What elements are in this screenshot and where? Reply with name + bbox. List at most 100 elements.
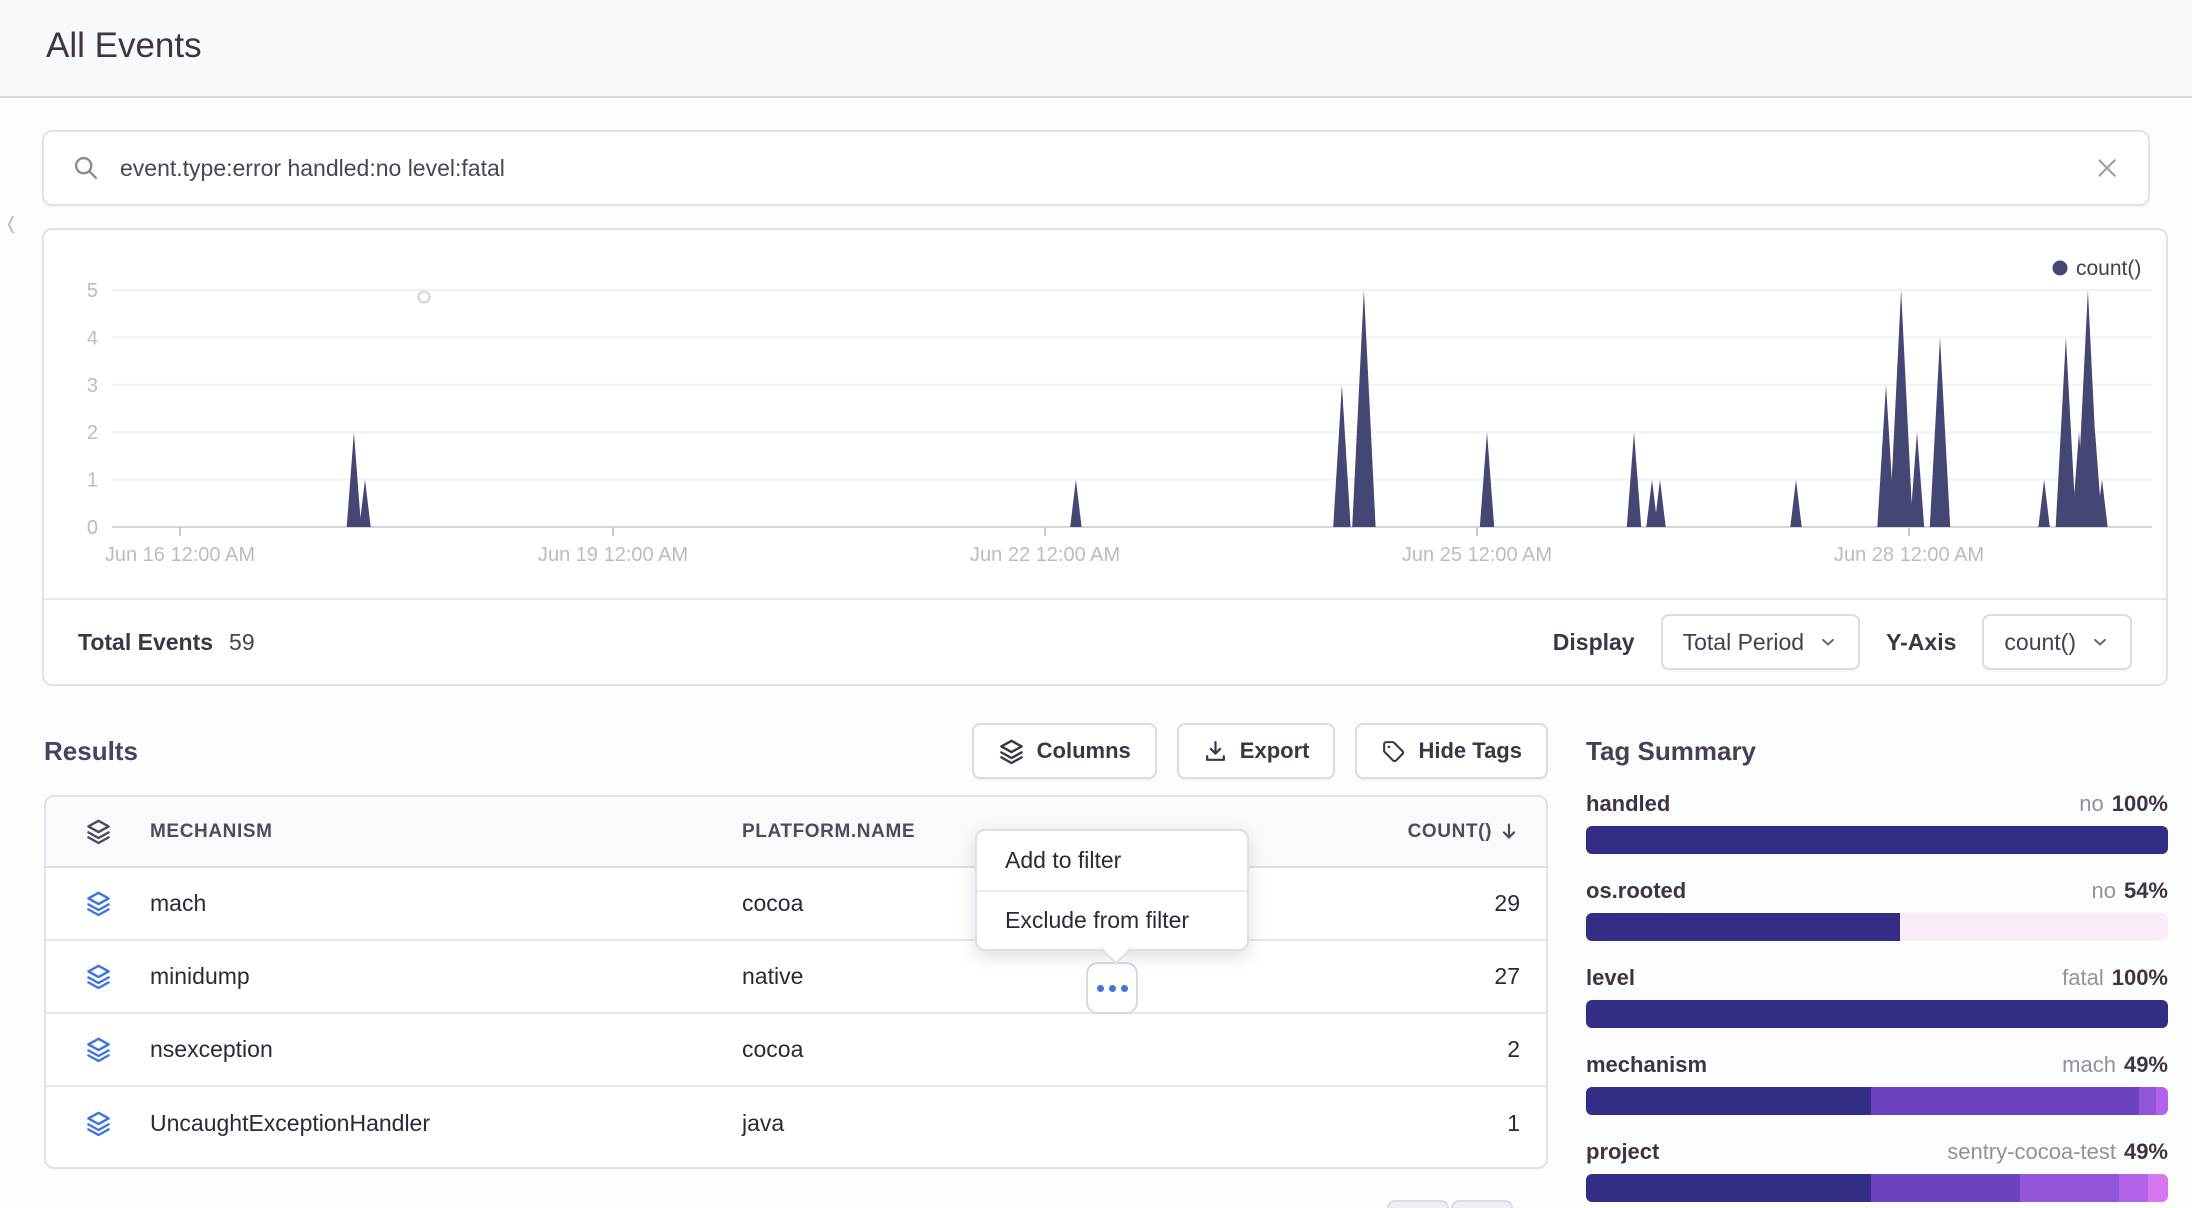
stack-icon (85, 1110, 112, 1137)
x-tick-label: Jun 16 12:00 AM (105, 544, 255, 566)
x-tick-label: Jun 19 12:00 AM (538, 544, 688, 566)
tag-bar-segment[interactable] (1586, 1000, 2168, 1028)
tag-bar[interactable] (1586, 1000, 2168, 1028)
tag-name: project (1586, 1139, 1659, 1165)
y-tick-label: 5 (87, 280, 98, 302)
chart-spike[interactable] (1333, 385, 1350, 527)
chart-spike[interactable] (1889, 290, 1912, 527)
stack-icon (85, 963, 112, 990)
tag-bar-segment[interactable] (1871, 1174, 2019, 1202)
column-header-count-label: COUNT() (1408, 821, 1492, 843)
export-button[interactable]: Export (1177, 723, 1336, 779)
tag-summary-item: os.rootedno54% (1586, 878, 2168, 941)
tag-top-value: no100% (2079, 791, 2168, 817)
stack-icon (998, 738, 1025, 765)
column-header-mechanism[interactable]: MECHANISM (150, 821, 742, 843)
cell-count[interactable]: 2 (1192, 1036, 1520, 1063)
chart-legend[interactable]: count() (2053, 257, 2142, 280)
cell-mechanism[interactable]: nsexception (150, 1036, 742, 1063)
cell-actions-button[interactable] (1086, 962, 1138, 1014)
cell-platform[interactable]: java (742, 1110, 1192, 1137)
y-tick-label: 3 (87, 375, 98, 397)
tag-bar-segment[interactable] (1586, 826, 2168, 854)
cell-action-menu: Add to filter Exclude from filter (975, 829, 1249, 951)
pagination-prev-button[interactable] (1387, 1200, 1449, 1208)
results-table: MECHANISM PLATFORM.NAME COUNT() machcoco… (44, 795, 1548, 1169)
cell-platform[interactable]: cocoa (742, 1036, 1192, 1063)
chevron-down-icon (1818, 632, 1838, 652)
y-tick-label: 0 (87, 517, 98, 539)
search-icon (72, 154, 100, 182)
cell-mechanism[interactable]: mach (150, 890, 742, 917)
tag-name: mechanism (1586, 1052, 1707, 1078)
tag-bar[interactable] (1586, 913, 2168, 941)
table-row[interactable]: machcocoa29 (46, 868, 1546, 941)
tag-bar-segment[interactable] (1586, 1174, 1871, 1202)
page-header: All Events (0, 0, 2192, 98)
display-select[interactable]: Total Period (1661, 614, 1860, 670)
events-chart-card: 012345Jun 16 12:00 AMJun 19 12:00 AMJun … (42, 228, 2168, 686)
x-tick-label: Jun 28 12:00 AM (1834, 544, 1984, 566)
tag-bar-segment[interactable] (1586, 913, 1900, 941)
menu-item-add-to-filter[interactable]: Add to filter (977, 831, 1247, 890)
events-chart-svg[interactable]: 012345Jun 16 12:00 AMJun 19 12:00 AMJun … (44, 230, 2170, 602)
chevron-down-icon (2090, 632, 2110, 652)
tag-bar-segment[interactable] (2020, 1174, 2119, 1202)
sidebar-collapse-icon[interactable]: ❬ (4, 214, 18, 234)
table-row[interactable]: nsexceptioncocoa2 (46, 1014, 1546, 1087)
yaxis-select-value: count() (2004, 629, 2076, 656)
tag-bar-segment[interactable] (1871, 1087, 2139, 1115)
chart-spike[interactable] (1070, 480, 1081, 527)
stack-icon[interactable] (85, 818, 112, 845)
clear-search-icon[interactable] (2094, 155, 2120, 181)
tag-summary-heading: Tag Summary (1586, 736, 2168, 767)
hide-tags-button[interactable]: Hide Tags (1355, 723, 1548, 779)
tag-bar-segment[interactable] (2139, 1087, 2156, 1115)
tag-bar[interactable] (1586, 826, 2168, 854)
tag-percent: 100% (2112, 791, 2168, 816)
tag-name: handled (1586, 791, 1670, 817)
menu-item-exclude-from-filter[interactable]: Exclude from filter (977, 890, 1247, 949)
chart-spike[interactable] (1352, 290, 1375, 527)
tag-top-value: fatal100% (2062, 965, 2168, 991)
button-label: Columns (1037, 738, 1131, 764)
button-label: Hide Tags (1418, 738, 1522, 764)
x-tick-label: Jun 25 12:00 AM (1402, 544, 1552, 566)
tag-percent: 49% (2124, 1139, 2168, 1164)
pagination-next-button[interactable] (1451, 1200, 1513, 1208)
tag-bar-segment[interactable] (2148, 1174, 2168, 1202)
tag-bar-segment[interactable] (2119, 1174, 2148, 1202)
tag-icon (1381, 739, 1406, 764)
legend-label: count() (2076, 257, 2141, 280)
legend-dot (2053, 261, 2068, 276)
chart-spike[interactable] (359, 480, 370, 527)
chart-spike[interactable] (1790, 480, 1801, 527)
tag-percent: 49% (2124, 1052, 2168, 1077)
tag-top-value: mach49% (2062, 1052, 2168, 1078)
table-row[interactable]: UncaughtExceptionHandlerjava1 (46, 1087, 1546, 1160)
tag-top-value: sentry-cocoa-test49% (1947, 1139, 2168, 1165)
y-tick-label: 4 (87, 327, 98, 349)
tag-bar-segment[interactable] (1586, 1087, 1871, 1115)
page-title: All Events (46, 26, 202, 66)
tag-bar[interactable] (1586, 1174, 2168, 1202)
yaxis-select[interactable]: count() (1982, 614, 2132, 670)
tag-bar-segment[interactable] (2156, 1087, 2168, 1115)
tag-bar[interactable] (1586, 1087, 2168, 1115)
cell-count[interactable]: 27 (1192, 963, 1520, 990)
x-tick-label: Jun 22 12:00 AM (970, 544, 1120, 566)
all-events-page: All Events ❬ 0 1 2 3 4 5 Jun 16 12:00 AM Jun 19… (0, 0, 2192, 1208)
download-icon (1203, 739, 1228, 764)
cell-mechanism[interactable]: UncaughtExceptionHandler (150, 1110, 742, 1137)
table-header-row: MECHANISM PLATFORM.NAME COUNT() (46, 797, 1546, 868)
tag-name: os.rooted (1586, 878, 1686, 904)
table-row[interactable]: minidumpnative27 (46, 941, 1546, 1014)
search-input[interactable] (120, 155, 2074, 182)
cell-count[interactable]: 1 (1192, 1110, 1520, 1137)
tag-bar-segment[interactable] (1900, 913, 2168, 941)
columns-button[interactable]: Columns (972, 723, 1157, 779)
tag-name: level (1586, 965, 1635, 991)
chart-spike[interactable] (1654, 480, 1665, 527)
cell-mechanism[interactable]: minidump (150, 963, 742, 990)
chart-spike[interactable] (2038, 480, 2049, 527)
